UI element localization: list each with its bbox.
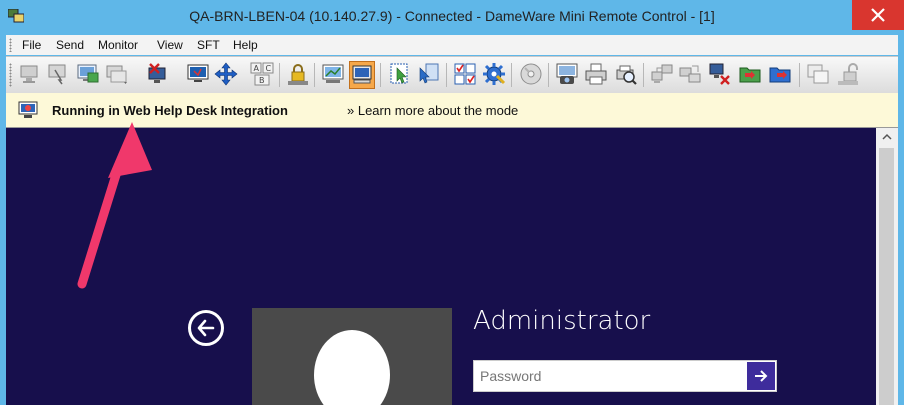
close-icon <box>871 8 885 22</box>
toolbar-separator <box>643 63 644 87</box>
toolbar-separator <box>380 63 381 87</box>
user-avatar <box>252 308 452 405</box>
move-icon[interactable] <box>214 62 238 86</box>
menu-send[interactable]: Send <box>56 38 84 52</box>
menu-help[interactable]: Help <box>233 38 258 52</box>
web-help-desk-icon <box>18 101 38 118</box>
menu-view[interactable]: View <box>157 38 183 52</box>
back-arrow-icon <box>197 319 215 337</box>
menu-grip[interactable] <box>9 38 12 52</box>
vertical-scrollbar[interactable] <box>876 128 898 405</box>
network-icon[interactable] <box>650 62 674 86</box>
toolbar-separator <box>511 63 512 87</box>
scroll-thumb[interactable] <box>879 148 894 405</box>
password-input[interactable] <box>480 366 740 386</box>
toolbar-separator <box>279 63 280 87</box>
toolbar-separator <box>799 63 800 87</box>
file-transfer-icon[interactable] <box>738 62 762 86</box>
arrow-right-icon <box>755 370 768 382</box>
toolbar-separator <box>314 63 315 87</box>
scroll-up-button[interactable] <box>876 128 898 146</box>
folder-sync-icon[interactable] <box>768 62 792 86</box>
avatar-head <box>314 330 390 405</box>
menu-file[interactable]: File <box>22 38 41 52</box>
back-button[interactable] <box>188 310 224 346</box>
annotation-arrow-icon <box>77 122 152 289</box>
monitor-select-icon[interactable] <box>105 62 129 86</box>
screenshot-icon[interactable] <box>555 62 579 86</box>
select-region-icon[interactable] <box>388 62 412 86</box>
window-title: QA-BRN-LBEN-04 (10.140.27.9) - Connected… <box>189 8 715 24</box>
share-icon[interactable] <box>678 62 702 86</box>
learn-more-link[interactable]: » Learn more about the mode <box>347 103 518 118</box>
account-name: Administrator <box>473 306 651 336</box>
screen-refresh-icon[interactable] <box>76 62 100 86</box>
window-icon[interactable] <box>806 62 830 86</box>
disconnect-icon[interactable] <box>146 62 170 86</box>
integration-mode-label: Running in Web Help Desk Integration <box>52 103 288 118</box>
send-ctrl-alt-del-icon[interactable] <box>46 62 70 86</box>
print-preview-icon[interactable] <box>614 62 638 86</box>
password-field[interactable] <box>473 360 777 392</box>
svg-text:C: C <box>266 64 272 73</box>
menu-monitor[interactable]: Monitor <box>98 38 138 52</box>
svg-text:A: A <box>254 64 260 73</box>
smart-card-icon[interactable] <box>321 62 345 86</box>
chat-icon[interactable] <box>349 61 375 89</box>
unlock-icon[interactable] <box>836 62 860 86</box>
pointer-icon[interactable] <box>416 62 440 86</box>
toolbar-grip[interactable] <box>9 63 12 87</box>
remove-host-icon[interactable] <box>708 62 732 86</box>
title-bar: QA-BRN-LBEN-04 (10.140.27.9) - Connected… <box>0 0 904 33</box>
printer-icon[interactable] <box>584 62 608 86</box>
submit-button[interactable] <box>747 362 775 390</box>
keyboard-layout-icon[interactable]: ACB <box>250 62 274 86</box>
chevron-up-icon <box>882 133 892 140</box>
lock-keyboard-icon[interactable] <box>286 62 310 86</box>
remote-desktop-icon[interactable] <box>186 62 210 86</box>
disc-icon[interactable] <box>519 62 543 86</box>
menu-bar: File Send Monitor View SFT Help <box>6 35 898 55</box>
settings-icon[interactable] <box>482 62 506 86</box>
toolbar-separator <box>548 63 549 87</box>
toolbar-separator <box>446 63 447 87</box>
toolbar: ACB <box>6 56 898 94</box>
view-only-icon[interactable] <box>18 62 42 86</box>
close-button[interactable] <box>852 0 904 30</box>
menu-sft[interactable]: SFT <box>197 38 220 52</box>
svg-text:B: B <box>259 76 265 85</box>
checklist-icon[interactable] <box>453 62 477 86</box>
